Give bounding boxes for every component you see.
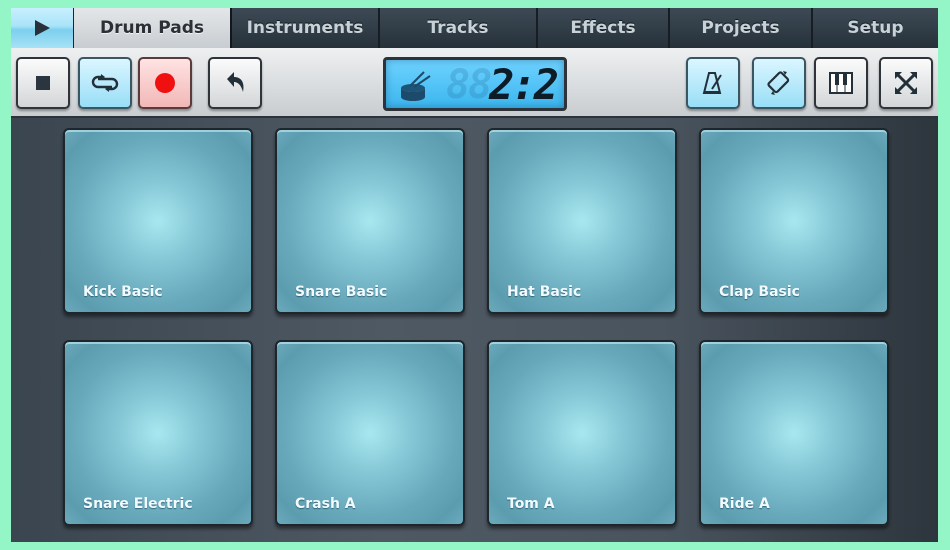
pad-label: Clap Basic (719, 284, 800, 300)
drum-pads-app: Drum Pads Instruments Tracks Effects Pro… (11, 8, 938, 542)
lcd-position-value: 2:2 (489, 60, 559, 109)
tab-bar: Drum Pads Instruments Tracks Effects Pro… (11, 8, 938, 48)
drum-pad-snare-basic[interactable]: Snare Basic (275, 128, 465, 314)
drum-pad-tom-a[interactable]: Tom A (487, 340, 677, 526)
drum-pad-grid: Kick Basic Snare Basic Hat Basic Clap Ba… (11, 118, 938, 542)
record-button[interactable] (138, 57, 192, 109)
loop-icon (91, 74, 119, 92)
drum-pad-snare-electric[interactable]: Snare Electric (63, 340, 253, 526)
tab-setup[interactable]: Setup (813, 8, 938, 48)
drum-pad-kick-basic[interactable]: Kick Basic (63, 128, 253, 314)
drum-pad-hat-basic[interactable]: Hat Basic (487, 128, 677, 314)
pad-label: Snare Basic (295, 284, 388, 300)
drum-pad-crash-a[interactable]: Crash A (275, 340, 465, 526)
pad-label: Ride A (719, 496, 770, 512)
play-button[interactable] (11, 8, 74, 48)
fullscreen-button[interactable] (879, 57, 933, 109)
drum-pad-ride-a[interactable]: Ride A (699, 340, 889, 526)
transport-toolbar: 88 2:2 (11, 48, 938, 118)
tab-projects[interactable]: Projects (670, 8, 813, 48)
stop-button[interactable] (16, 57, 70, 109)
pad-label: Snare Electric (83, 496, 193, 512)
song-position-display: 88 2:2 (383, 57, 567, 111)
tab-effects[interactable]: Effects (538, 8, 670, 48)
tab-instruments[interactable]: Instruments (232, 8, 380, 48)
loop-button[interactable] (78, 57, 132, 109)
pad-label: Crash A (295, 496, 356, 512)
lcd-ghost-digits: 88 (446, 62, 492, 108)
metronome-button[interactable] (686, 57, 740, 109)
rotate-icon (767, 71, 790, 95)
rotate-button[interactable] (752, 57, 806, 109)
undo-button[interactable] (208, 57, 262, 109)
stop-icon (36, 76, 50, 90)
drum-icon (401, 71, 431, 101)
record-icon (155, 73, 175, 93)
piano-keys-button[interactable] (814, 57, 868, 109)
pad-label: Tom A (507, 496, 555, 512)
drum-pad-clap-basic[interactable]: Clap Basic (699, 128, 889, 314)
tab-drum-pads[interactable]: Drum Pads (74, 8, 232, 48)
undo-icon (227, 72, 244, 92)
piano-keys-icon (829, 72, 853, 94)
expand-icon (895, 72, 917, 94)
pad-label: Kick Basic (83, 284, 163, 300)
metronome-icon (702, 72, 722, 94)
play-icon (35, 20, 50, 36)
pad-label: Hat Basic (507, 284, 582, 300)
tab-tracks[interactable]: Tracks (380, 8, 538, 48)
